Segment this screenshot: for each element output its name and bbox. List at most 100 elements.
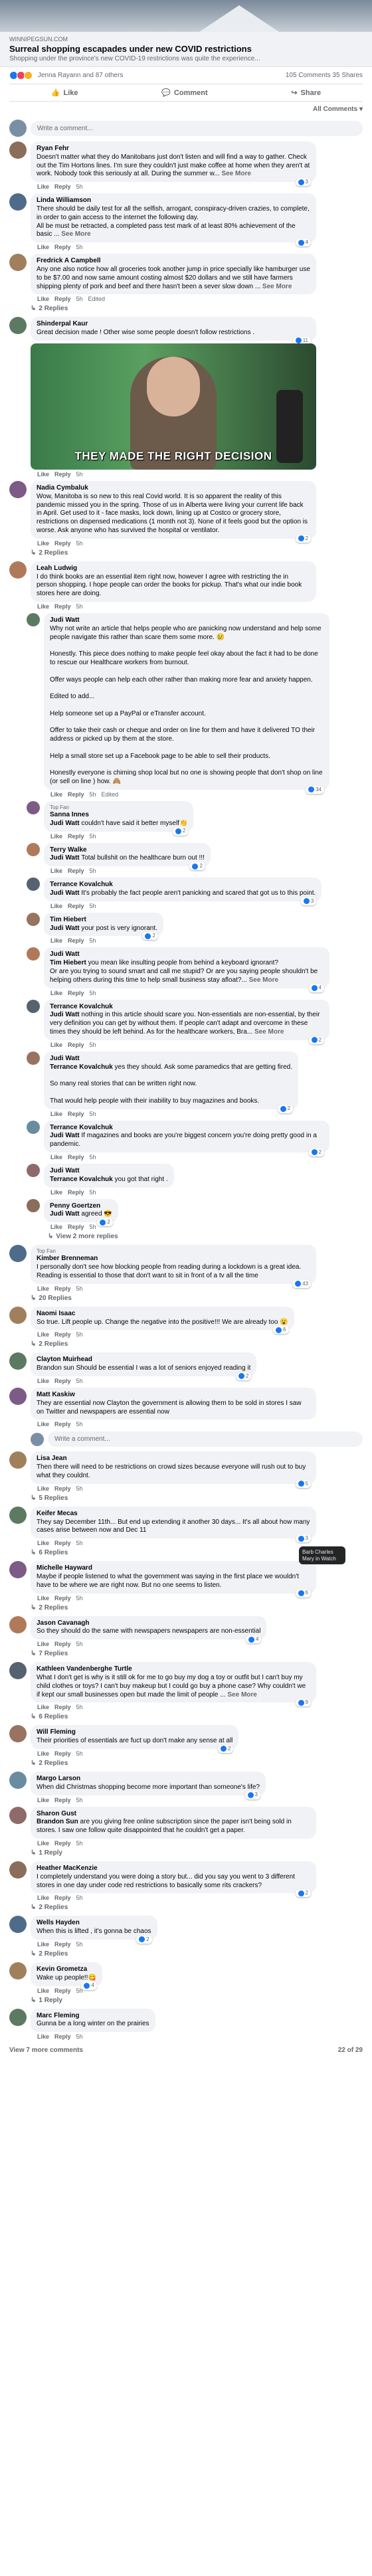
reply-link[interactable]: Reply [54, 1840, 71, 1847]
comment[interactable]: Matt Kaskiw They are essential now Clayto… [0, 1386, 372, 1429]
reaction-count-badge[interactable]: 2 [277, 1105, 294, 1113]
reply-link[interactable]: Reply [68, 1042, 84, 1048]
comment[interactable]: Lisa Jean Then there will need to be rest… [0, 1449, 372, 1493]
reply-link[interactable]: Reply [54, 1331, 71, 1338]
comment-time[interactable]: 5h [90, 1154, 96, 1160]
comment-time[interactable]: 5h [90, 1189, 96, 1196]
reaction-count-badge[interactable]: 2 [308, 1036, 324, 1044]
comment-time[interactable]: 5h [90, 833, 96, 840]
mention-link[interactable]: Judi Watt [50, 820, 80, 827]
like-link[interactable]: Like [50, 1042, 62, 1048]
reply-link[interactable]: Reply [54, 1894, 71, 1901]
reply-link[interactable]: Reply [54, 1941, 71, 1948]
comment[interactable]: Judi Watt Tim Hiebert you mean like insul… [0, 945, 372, 997]
like-link[interactable]: Like [50, 990, 62, 996]
comment-time[interactable]: 5h [76, 1421, 83, 1427]
reply-link[interactable]: Reply [54, 1641, 71, 1647]
commenter-name[interactable]: Lisa Jean [37, 1455, 310, 1463]
mention-link[interactable]: Terrance Kovalchuk [50, 1176, 113, 1183]
comment[interactable]: Kevin Grometza Wake up people!!😋 4 Like Repl… [0, 1960, 372, 1995]
comment[interactable]: Terrance Kovalchuk Judi Watt nothing in t… [0, 998, 372, 1050]
reply-link[interactable]: Reply [54, 603, 71, 610]
commenter-name[interactable]: Sanna Innes [50, 811, 187, 820]
like-link[interactable]: Like [37, 1485, 49, 1492]
comment-time[interactable]: 5h [76, 2033, 83, 2040]
comment[interactable]: Leah Ludwig I do think books are an essen… [0, 559, 372, 611]
comment[interactable]: Shinderpal Kaur Great decision made ! Oth… [0, 315, 372, 479]
commenter-name[interactable]: Kevin Grometza [37, 1966, 96, 1974]
reply-link[interactable]: Reply [54, 1540, 71, 1546]
reply-link[interactable]: Reply [68, 868, 84, 874]
view-replies-link[interactable]: ↳ 2 Replies [0, 1758, 372, 1770]
like-link[interactable]: Like [37, 1704, 49, 1710]
avatar[interactable] [27, 1198, 40, 1212]
reply-link[interactable]: Reply [68, 903, 84, 909]
mention-link[interactable]: Judi Watt [50, 1011, 80, 1018]
avatar[interactable] [9, 561, 27, 579]
avatar[interactable] [9, 1662, 27, 1680]
comment-time[interactable]: 5h [76, 540, 83, 547]
mention-link[interactable]: Tim Hiebert [50, 959, 86, 966]
avatar[interactable] [27, 1051, 40, 1065]
reaction-count-badge[interactable]: 2 [142, 932, 158, 941]
like-link[interactable]: Like [50, 868, 62, 874]
comment-time[interactable]: 5h [76, 1331, 83, 1338]
like-link[interactable]: Like [37, 1540, 49, 1546]
avatar[interactable] [9, 1806, 27, 1824]
avatar[interactable] [27, 612, 40, 626]
like-link[interactable]: Like [37, 471, 49, 478]
commenter-name[interactable]: Jason Cavanagh [37, 1619, 260, 1628]
see-more-link[interactable]: See More [254, 1028, 284, 1036]
like-link[interactable]: Like [37, 1641, 49, 1647]
avatar[interactable] [27, 999, 40, 1013]
comment-time[interactable]: 5h [90, 791, 96, 798]
reply-link[interactable]: Reply [54, 1987, 71, 1994]
like-link[interactable]: Like [37, 1987, 49, 1994]
comment-time[interactable]: 5h [76, 1641, 83, 1647]
reaction-count-badge[interactable]: 2 [172, 827, 189, 836]
commenter-name[interactable]: Kimber Brenneman [37, 1255, 310, 1263]
view-replies-link[interactable]: ↳ 5 Replies [0, 1493, 372, 1505]
avatar[interactable] [9, 1451, 27, 1469]
comment-time[interactable]: 5h [90, 937, 96, 944]
like-link[interactable]: Like [37, 244, 49, 250]
reaction-count-badge[interactable]: 6 [295, 1589, 311, 1598]
reply-link[interactable]: Reply [68, 990, 84, 996]
avatar[interactable] [27, 842, 40, 856]
view-replies-link[interactable]: ↳ 7 Replies [0, 1649, 372, 1660]
comment[interactable]: Clayton Muirhead Brandon sun Should be es… [0, 1350, 372, 1386]
comment-time[interactable]: 5h [76, 471, 83, 478]
reply-link[interactable]: Reply [68, 937, 84, 944]
mention-link[interactable]: Judi Watt [50, 1132, 80, 1139]
reply-link[interactable]: Reply [54, 1378, 71, 1384]
avatar[interactable] [9, 1771, 27, 1789]
view-replies-link[interactable]: ↳ 2 Replies [0, 548, 372, 559]
avatar[interactable] [9, 1561, 27, 1579]
comment-time[interactable]: 5h [90, 1111, 96, 1117]
reply-link[interactable]: Reply [54, 1595, 71, 1602]
avatar[interactable] [27, 1164, 40, 1178]
comment[interactable]: Wells Hayden When this is lifted , it's g… [0, 1914, 372, 1949]
commenter-name[interactable]: Fredrick A Campbell [37, 257, 310, 266]
comment-time[interactable]: 5h [76, 1894, 83, 1901]
reaction-count-badge[interactable]: 9 [295, 1699, 311, 1707]
view-replies-link[interactable]: ↳ 2 Replies [0, 1949, 372, 1960]
avatar[interactable] [9, 1506, 27, 1524]
view-replies-link[interactable]: ↳ 20 Replies [0, 1293, 372, 1305]
comment[interactable]: Judi Watt Why not write an article that h… [0, 611, 372, 799]
reaction-count-badge[interactable]: 2 [308, 1148, 324, 1157]
commenter-name[interactable]: Sharon Gust [37, 1810, 310, 1819]
commenter-name[interactable]: Will Fleming [37, 1728, 232, 1737]
like-link[interactable]: Like [37, 1894, 49, 1901]
comment-time[interactable]: 5h [90, 1224, 96, 1230]
comment[interactable]: Terrance Kovalchuk Judi Watt It's probabl… [0, 875, 372, 911]
avatar[interactable] [9, 1245, 27, 1263]
commenter-name[interactable]: Judi Watt [50, 1055, 292, 1063]
avatar[interactable] [9, 480, 27, 498]
avatar[interactable] [9, 1615, 27, 1633]
comment[interactable]: Michelle Hayward Maybe if people listened… [0, 1559, 372, 1602]
comment[interactable]: Will Fleming Their priorities of essentia… [0, 1723, 372, 1758]
comment[interactable]: Top Fan Kimber Brenneman I personally don'… [0, 1243, 372, 1293]
comment[interactable]: Tim Hiebert Judi Watt your post is very i… [0, 911, 372, 946]
like-link[interactable]: Like [37, 540, 49, 547]
